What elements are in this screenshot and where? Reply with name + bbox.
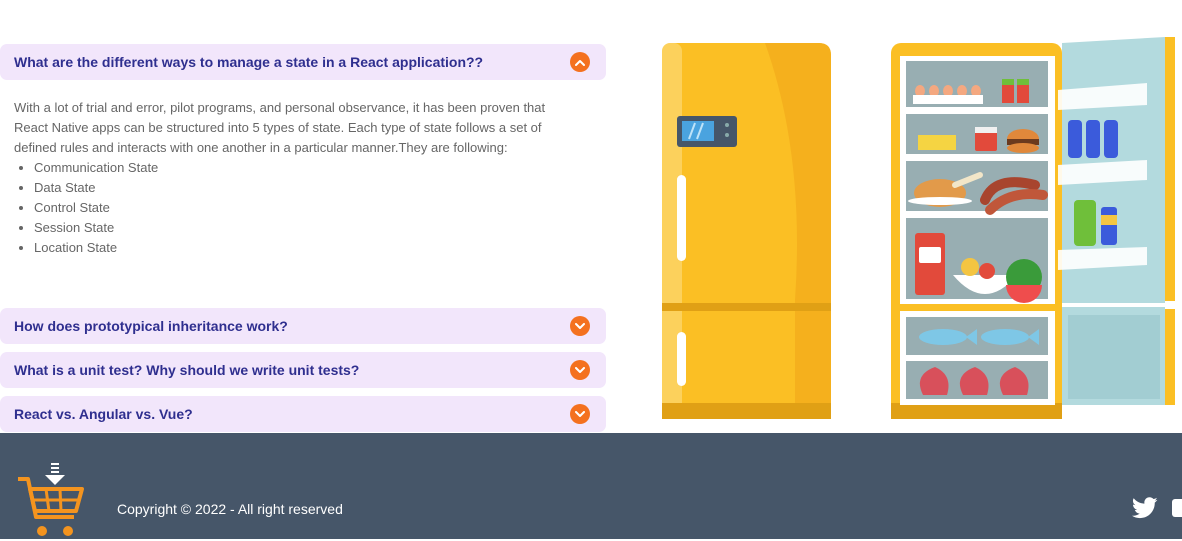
faq-section: What are the different ways to manage a … (0, 44, 606, 432)
shopping-cart-logo-icon (18, 463, 84, 536)
chevron-up-icon[interactable] (570, 52, 590, 72)
chevron-down-icon[interactable] (570, 360, 590, 380)
faq-question-unit-test[interactable]: What is a unit test? Why should we write… (0, 352, 606, 388)
faq-answer-text: With a lot of trial and error, pilot pro… (14, 100, 546, 155)
faq-question-label: What are the different ways to manage a … (14, 54, 484, 70)
copyright-text: Copyright © 2022 - All right reserved (117, 501, 343, 517)
faq-answer: With a lot of trial and error, pilot pro… (0, 80, 606, 308)
list-item: Communication State (34, 158, 576, 178)
closed-fridge (662, 43, 831, 419)
list-item: Session State (34, 218, 576, 238)
faq-question-frameworks[interactable]: React vs. Angular vs. Vue? (0, 396, 606, 432)
faq-question-prototypical-inheritance[interactable]: How does prototypical inheritance work? (0, 308, 606, 344)
chevron-down-icon[interactable] (570, 316, 590, 336)
faq-question-label: How does prototypical inheritance work? (14, 318, 288, 334)
faq-question-label: React vs. Angular vs. Vue? (14, 406, 193, 422)
list-item: Control State (34, 198, 576, 218)
faq-question-label: What is a unit test? Why should we write… (14, 362, 360, 378)
faq-question-state-management[interactable]: What are the different ways to manage a … (0, 44, 606, 80)
twitter-icon[interactable] (1132, 497, 1158, 519)
list-item: Data State (34, 178, 576, 198)
list-item: Location State (34, 238, 576, 258)
chevron-down-icon[interactable] (570, 404, 590, 424)
refrigerator-illustration (662, 37, 1175, 419)
open-fridge (891, 37, 1175, 419)
social-icon[interactable] (1172, 499, 1182, 517)
site-footer: Copyright © 2022 - All right reserved (0, 433, 1182, 539)
faq-answer-list: Communication State Data State Control S… (14, 158, 576, 258)
